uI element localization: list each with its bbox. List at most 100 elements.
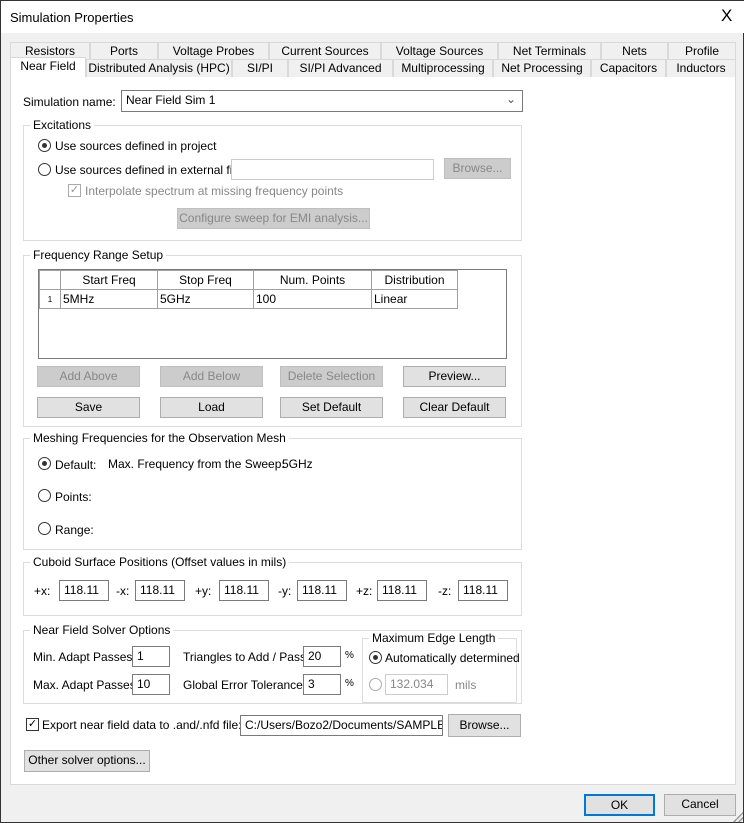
ok-button[interactable]: OK [584,794,655,816]
table-header-row: Start Freq Stop Freq Num. Points Distrib… [39,270,458,290]
tolerance-pct: % [345,678,354,689]
set-default-button[interactable]: Set Default [280,397,383,418]
tab-profile[interactable]: Profile [668,42,736,60]
radio-mesh-points[interactable] [38,489,51,502]
plus-y-label: +y: [195,584,212,598]
table-row[interactable]: 1 5MHz 5GHz 100 Linear [39,289,458,309]
edge-value-input[interactable]: 132.034 [385,674,448,695]
radio-external-sources[interactable] [38,163,51,176]
save-button[interactable]: Save [37,397,140,418]
add-above-button[interactable]: Add Above [37,366,140,387]
tab-nets[interactable]: Nets [601,42,668,60]
tab-capacitors[interactable]: Capacitors [591,59,666,77]
label-project-sources: Use sources defined in project [55,139,217,153]
plus-x-label: +x: [34,584,51,598]
edge-length-title: Maximum Edge Length [369,631,499,645]
cell-distribution[interactable]: Linear [371,289,458,309]
min-passes-input[interactable]: 1 [132,646,170,667]
meshing-title: Meshing Frequencies for the Observation … [30,431,289,445]
minus-x-label: -x: [116,584,130,598]
triangles-label: Triangles to Add / Pass: [183,650,310,664]
tab-si-pi[interactable]: SI/PI [232,59,288,77]
delete-selection-button[interactable]: Delete Selection [280,366,383,387]
window-title: Simulation Properties [10,10,134,25]
other-solver-options-button[interactable]: Other solver options... [24,750,150,772]
tab-inductors[interactable]: Inductors [666,59,736,77]
export-browse-button[interactable]: Browse... [448,714,521,737]
frequency-title: Frequency Range Setup [30,248,167,262]
tab-voltage-sources[interactable]: Voltage Sources [381,42,498,60]
min-passes-label: Min. Adapt Passes: [33,650,136,664]
plus-x-input[interactable]: 118.11 [59,580,109,601]
browse-external-button[interactable]: Browse... [444,158,511,179]
sim-name-label: Simulation name: [23,95,116,109]
meshing-group: Meshing Frequencies for the Observation … [23,431,522,550]
mesh-range-label: Range: [55,523,94,537]
edge-unit: mils [455,678,477,692]
minus-z-label: -z: [438,584,452,598]
mesh-default-label: Default: [55,458,97,472]
export-path-input[interactable]: C:/Users/Bozo2/Documents/SAMPLE F [240,715,443,736]
minus-x-input[interactable]: 118.11 [135,580,185,601]
mesh-points-label: Points: [55,490,92,504]
minus-y-label: -y: [278,584,292,598]
radio-edge-auto[interactable] [369,651,382,664]
export-label: Export near field data to .and/.nfd file… [42,718,242,732]
radio-edge-value[interactable] [369,678,382,691]
tab-distributed-analysis[interactable]: Distributed Analysis (HPC) [86,59,232,77]
cell-stop[interactable]: 5GHz [157,289,254,309]
tab-near-field[interactable]: Near Field [10,57,86,77]
export-checkbox[interactable]: ✓ [26,718,39,731]
col-stop-freq: Stop Freq [157,270,254,290]
edge-auto-label: Automatically determined [385,651,520,665]
col-distribution: Distribution [371,270,458,290]
tab-net-processing[interactable]: Net Processing [493,59,591,77]
resize-grip-icon[interactable] [733,812,743,822]
tab-current-sources[interactable]: Current Sources [269,42,381,60]
max-freq-label: Max. Frequency from the Sweep: [108,457,285,471]
cell-start[interactable]: 5MHz [60,289,158,309]
col-start-freq: Start Freq [60,270,158,290]
tab-net-terminals[interactable]: Net Terminals [498,42,601,60]
row-number: 1 [39,289,61,309]
triangles-pct: % [345,650,354,661]
cancel-button[interactable]: Cancel [664,794,736,816]
tab-voltage-probes[interactable]: Voltage Probes [158,42,269,60]
radio-mesh-range[interactable] [38,522,51,535]
radio-mesh-default[interactable] [38,457,51,470]
add-below-button[interactable]: Add Below [160,366,263,387]
tolerance-label: Global Error Tolerance: [183,678,307,692]
col-num-points: Num. Points [253,270,372,290]
plus-z-label: +z: [356,584,373,598]
tab-si-pi-advanced[interactable]: SI/PI Advanced [288,59,393,77]
tolerance-input[interactable]: 3 [303,674,341,695]
minus-z-input[interactable]: 118.11 [458,580,508,601]
label-external-sources: Use sources defined in external file [55,163,242,177]
max-freq-value: 5GHz [282,457,313,471]
tab-multiprocessing[interactable]: Multiprocessing [393,59,493,77]
max-passes-label: Max. Adapt Passes: [33,678,140,692]
triangles-input[interactable]: 20 [303,646,341,667]
radio-project-sources[interactable] [38,139,51,152]
solver-title: Near Field Solver Options [30,623,174,637]
tab-ports[interactable]: Ports [90,42,158,60]
close-icon[interactable]: X [721,6,732,26]
clear-default-button[interactable]: Clear Default [403,397,506,418]
configure-sweep-button[interactable]: Configure sweep for EMI analysis... [177,208,370,229]
interpolate-label: Interpolate spectrum at missing frequenc… [85,184,344,198]
sim-name-dropdown[interactable]: Near Field Sim 1 ⌄ [121,90,523,112]
external-file-input[interactable] [231,159,434,180]
excitations-title: Excitations [30,118,95,132]
cell-points[interactable]: 100 [253,289,372,309]
minus-y-input[interactable]: 118.11 [297,580,347,601]
cuboid-title: Cuboid Surface Positions (Offset values … [30,555,290,569]
plus-y-input[interactable]: 118.11 [219,580,269,601]
plus-z-input[interactable]: 118.11 [377,580,427,601]
preview-button[interactable]: Preview... [403,366,506,387]
interpolate-checkbox[interactable]: ✓ [68,184,81,197]
max-passes-input[interactable]: 10 [132,674,170,695]
sim-name-value: Near Field Sim 1 [126,93,216,107]
load-button[interactable]: Load [160,397,263,418]
frequency-table: Start Freq Stop Freq Num. Points Distrib… [38,269,507,359]
chevron-down-icon: ⌄ [505,92,516,106]
